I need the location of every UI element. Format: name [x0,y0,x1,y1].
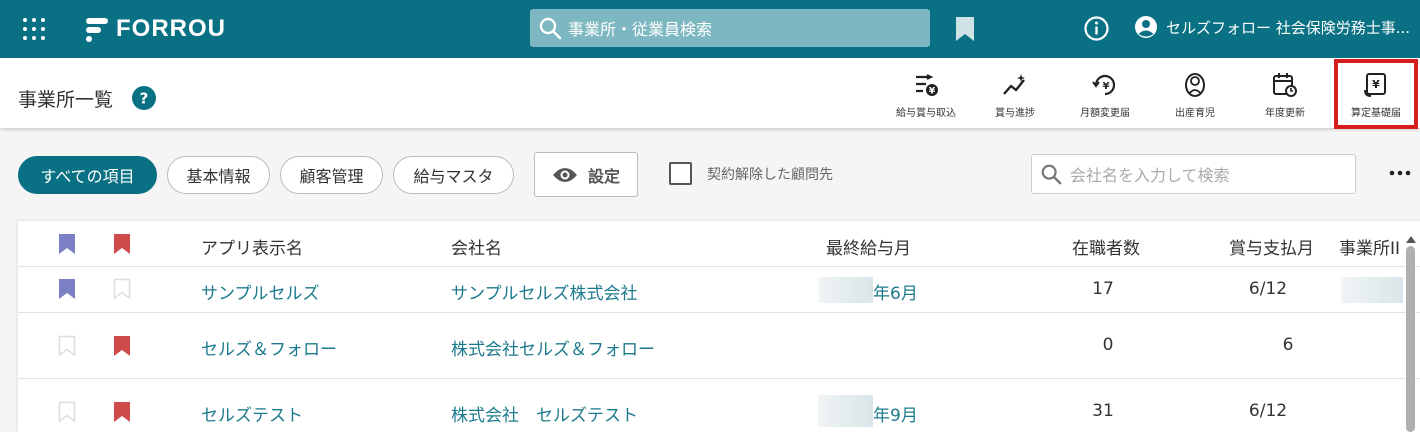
employee-count: 0 [1102,335,1114,355]
office-employee-search[interactable]: 事業所・従業員検索 [530,9,930,47]
account-circle-icon [1135,16,1157,38]
col-bonus-month[interactable]: 賞与支払月 [1229,234,1314,259]
employee-count: 31 [1092,401,1114,421]
bookmark-red-icon[interactable] [113,401,131,423]
bookmark-icon[interactable] [954,16,976,42]
bookmark-outline-icon[interactable] [58,335,76,357]
company-link[interactable]: 株式会社 セルズテスト [451,401,638,426]
brand-name: FORROU [116,15,226,42]
tool-label: 出産育児 [1175,108,1215,119]
tool-payroll-import[interactable]: ¥ 給与賞与取込 [885,72,967,122]
table-scrollbar-thumb[interactable] [1406,246,1415,432]
svg-text:¥: ¥ [1103,81,1110,92]
terminated-clients-checkbox[interactable] [669,162,692,185]
help-icon[interactable]: ? [132,86,156,110]
bonus-month: 6/12 [1248,279,1288,299]
search-icon [1041,164,1062,185]
last-pay-month: 年6月 [873,284,918,304]
tool-label: 算定基礎届 [1351,108,1401,119]
page-title: 事業所一覧 [18,89,114,111]
last-pay-month: 年9月 [873,406,918,426]
svg-text:¥: ¥ [929,87,936,97]
tool-annual-update[interactable]: 年度更新 [1244,72,1326,122]
redacted-year [818,395,873,427]
tool-monthly-change[interactable]: ¥ 月額変更届 [1064,72,1146,122]
tool-bonus-progress[interactable]: 賞与進捗 [974,72,1056,122]
bonus-month: 6 [1282,335,1294,355]
filter-chip-all[interactable]: すべての項目 [18,156,157,194]
search-icon [539,17,562,40]
redacted-office-id [1341,277,1403,303]
col-app-name[interactable]: アプリ表示名 [201,234,303,259]
import-yen-icon: ¥ [916,74,938,97]
table-header-row: アプリ表示名 会社名 最終給与月 在職者数 賞与支払月 事業所II [18,221,1420,267]
filter-chip-basic-info[interactable]: 基本情報 [167,156,270,194]
column-settings-button[interactable]: 設定 [534,152,638,197]
progress-chart-icon [1003,74,1025,95]
table-row[interactable]: サンプルセルズ サンプルセルズ株式会社 年6月 17 6/12 [18,267,1420,313]
baby-icon [1185,73,1205,97]
brand-logo[interactable]: FORROU [84,14,226,44]
top-app-bar: FORROU 事業所・従業員検索 セルズフォロー 社会保険労務士事... [0,0,1420,58]
forrou-logo-icon [86,18,108,42]
col-employees[interactable]: 在職者数 [1072,234,1140,259]
col-last-pay-month[interactable]: 最終給与月 [826,234,911,259]
user-account-menu[interactable]: セルズフォロー 社会保険労務士事... [1134,15,1420,39]
more-options-icon[interactable] [1388,165,1412,181]
app-grid-icon[interactable] [22,17,46,41]
page-toolbar: 事業所一覧 ? ¥ 給与賞与取込 賞与進捗 ¥ 月額変更届 出産育児 年度更新 … [0,58,1420,129]
info-icon[interactable] [1083,15,1110,42]
calc-yen-icon: ¥ [1364,73,1386,97]
bookmark-red-icon[interactable] [113,335,131,357]
office-table: アプリ表示名 会社名 最終給与月 在職者数 賞与支払月 事業所II サンプルセル… [18,221,1420,432]
calendar-renew-icon [1273,73,1297,97]
table-row[interactable]: セルズ＆フォロー 株式会社セルズ＆フォロー 0 6 [18,313,1420,379]
tool-label: 年度更新 [1265,108,1305,119]
bookmark-blue-icon[interactable] [58,278,76,300]
tool-label: 月額変更届 [1080,108,1130,119]
monthly-change-yen-icon: ¥ [1092,74,1116,96]
bookmark-outline-icon[interactable] [58,401,76,423]
tool-childbirth[interactable]: 出産育児 [1154,72,1236,122]
bookmark-outline-icon[interactable] [113,278,131,300]
filter-chip-pay-master[interactable]: 給与マスタ [393,156,514,194]
company-link[interactable]: サンプルセルズ株式会社 [451,279,638,304]
company-search-placeholder: 会社名を入力して検索 [1070,166,1230,185]
bonus-month: 6/12 [1248,401,1288,421]
tool-calc-base-report[interactable]: ¥ 算定基礎届 [1334,59,1418,129]
terminated-clients-label: 契約解除した顧問先 [707,167,833,183]
user-name: セルズフォロー 社会保険労務士事... [1166,18,1411,37]
employee-count: 17 [1092,279,1114,299]
app-name-link[interactable]: サンプルセルズ [201,279,320,304]
svg-text:¥: ¥ [1372,78,1380,91]
search-placeholder: 事業所・従業員検索 [568,20,713,39]
app-name-link[interactable]: セルズテスト [201,401,303,426]
settings-label: 設定 [587,166,620,186]
eye-icon [552,167,577,182]
company-search-input[interactable]: 会社名を入力して検索 [1031,154,1356,194]
svg-text:?: ? [140,90,149,108]
filter-chip-customer-mgmt[interactable]: 顧客管理 [280,156,383,194]
company-link[interactable]: 株式会社セルズ＆フォロー [451,335,655,360]
col-company[interactable]: 会社名 [451,234,502,259]
tool-label: 給与賞与取込 [896,108,956,119]
app-name-link[interactable]: セルズ＆フォロー [201,335,337,360]
scroll-up-arrow-icon[interactable] [1405,232,1417,246]
table-row[interactable]: セルズテスト 株式会社 セルズテスト 年9月 31 6/12 [18,379,1420,432]
col-office-id[interactable]: 事業所II [1339,234,1400,259]
bookmark-blue-header-icon[interactable] [58,233,76,255]
redacted-year [819,277,873,303]
tool-label: 賞与進捗 [995,108,1035,119]
bookmark-red-header-icon[interactable] [113,233,131,255]
